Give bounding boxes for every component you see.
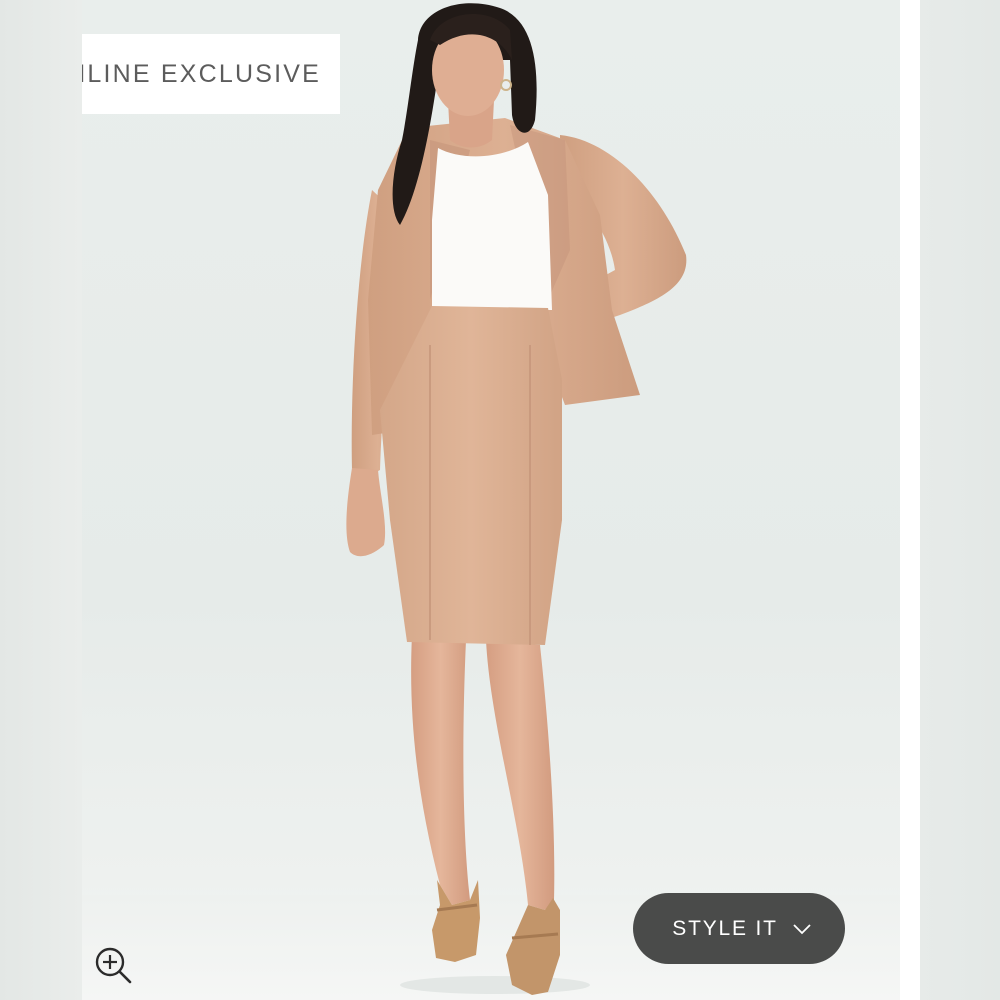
online-exclusive-badge: ONLINE EXCLUSIVE (82, 34, 340, 114)
product-gallery: ONLINE EXCLUSIVE STYLE IT (0, 0, 1000, 1000)
model-figure (346, 3, 687, 995)
next-image-edge[interactable] (920, 0, 1000, 1000)
style-it-button[interactable]: STYLE IT (633, 893, 845, 964)
style-it-label: STYLE IT (672, 916, 778, 940)
zoom-in-icon[interactable] (92, 944, 136, 988)
badge-label: ONLINE EXCLUSIVE (82, 60, 321, 88)
chevron-down-icon (792, 922, 812, 936)
gallery-divider (900, 0, 920, 1000)
